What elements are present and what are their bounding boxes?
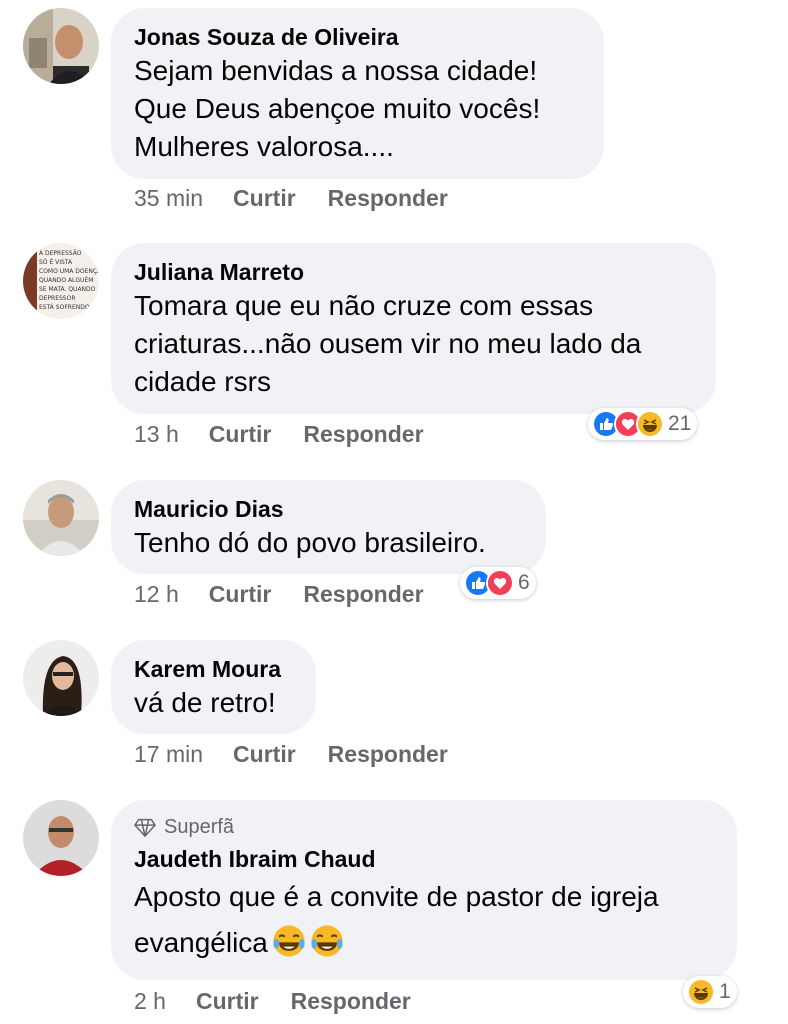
comment-bubble: Jonas Souza de Oliveira Sejam benvidas a… [111, 8, 604, 179]
author-name[interactable]: Mauricio Dias [134, 494, 524, 524]
tears-of-joy-icon [310, 924, 344, 958]
avatar[interactable] [23, 640, 99, 716]
like-button[interactable]: Curtir [233, 183, 296, 213]
badge-label: Superfã [164, 816, 235, 838]
haha-icon [687, 978, 715, 1006]
timestamp[interactable]: 12 h [134, 579, 179, 609]
comment-text-content: Aposto que é a convite de pastor de igre… [134, 881, 659, 958]
avatar[interactable] [23, 800, 99, 876]
author-name[interactable]: Jaudeth Ibraim Chaud [134, 844, 715, 874]
reactions-summary[interactable]: 6 [460, 567, 536, 599]
avatar-photo-karem [23, 640, 99, 716]
author-name[interactable]: Jonas Souza de Oliveira [134, 22, 582, 52]
author-name[interactable]: Karem Moura [134, 654, 294, 684]
comment-actions: 12 h Curtir Responder [134, 579, 456, 609]
svg-text:DEPRESSOR: DEPRESSOR [39, 295, 76, 302]
comment-text: Tomara que eu não cruze com essas criatu… [134, 290, 642, 397]
like-button[interactable]: Curtir [233, 739, 296, 769]
svg-text:ESTÁ SOFRENDO: ESTÁ SOFRENDO [39, 304, 90, 311]
avatar-photo-jaudeth [23, 800, 99, 876]
diamond-icon [134, 818, 156, 837]
reaction-count: 6 [518, 571, 530, 594]
timestamp[interactable]: 17 min [134, 739, 203, 769]
superfan-badge: Superfã [134, 814, 715, 840]
comment-actions: 13 h Curtir Responder [134, 419, 456, 449]
comment-bubble: Karem Moura vá de retro! [111, 640, 316, 734]
svg-text:COMO UMA DOENÇA: COMO UMA DOENÇA [39, 268, 99, 275]
reply-button[interactable]: Responder [303, 579, 423, 609]
reactions-summary[interactable]: 1 [683, 976, 737, 1008]
love-icon [486, 569, 514, 597]
svg-text:SE MATA. QUANDO: SE MATA. QUANDO [39, 286, 96, 293]
timestamp[interactable]: 2 h [134, 986, 166, 1016]
comment-bubble: Mauricio Dias Tenho dó do povo brasileir… [111, 480, 546, 574]
reply-button[interactable]: Responder [303, 419, 423, 449]
like-button[interactable]: Curtir [209, 579, 272, 609]
avatar[interactable] [23, 8, 99, 84]
comment-text: Tenho dó do povo brasileiro. [134, 527, 486, 558]
reaction-count: 1 [719, 980, 731, 1003]
svg-text:A DEPRESSÃO: A DEPRESSÃO [39, 250, 82, 257]
tears-of-joy-icon [272, 924, 306, 958]
comment-actions: 35 min Curtir Responder [134, 183, 480, 213]
comment-text: Sejam benvidas a nossa cidade! Que Deus … [134, 55, 541, 162]
comment-actions: 2 h Curtir Responder [134, 986, 443, 1016]
author-name[interactable]: Juliana Marreto [134, 257, 694, 287]
svg-text:SÓ É VISTA: SÓ É VISTA [39, 258, 73, 266]
haha-icon [636, 410, 664, 438]
reaction-count: 21 [668, 412, 692, 435]
timestamp[interactable]: 13 h [134, 419, 179, 449]
like-button[interactable]: Curtir [196, 986, 259, 1016]
avatar[interactable]: A DEPRESSÃO SÓ É VISTA COMO UMA DOENÇA Q… [23, 243, 99, 319]
like-button[interactable]: Curtir [209, 419, 272, 449]
avatar[interactable] [23, 480, 99, 556]
comment-bubble: Superfã Jaudeth Ibraim Chaud Aposto que … [111, 800, 737, 980]
comment-text: Aposto que é a convite de pastor de igre… [134, 874, 715, 966]
svg-text:QUANDO ALGUÉM: QUANDO ALGUÉM [39, 276, 93, 284]
comment-actions: 17 min Curtir Responder [134, 739, 480, 769]
reply-button[interactable]: Responder [291, 986, 411, 1016]
reply-button[interactable]: Responder [328, 183, 448, 213]
reply-button[interactable]: Responder [328, 739, 448, 769]
comment-bubble: Juliana Marreto Tomara que eu não cruze … [111, 243, 716, 414]
avatar-photo-mauricio [23, 480, 99, 556]
reactions-summary[interactable]: 21 [588, 408, 698, 440]
avatar-photo-jonas [23, 8, 99, 84]
comment-text: vá de retro! [134, 687, 276, 718]
timestamp[interactable]: 35 min [134, 183, 203, 213]
avatar-photo-juliana: A DEPRESSÃO SÓ É VISTA COMO UMA DOENÇA Q… [23, 243, 99, 319]
